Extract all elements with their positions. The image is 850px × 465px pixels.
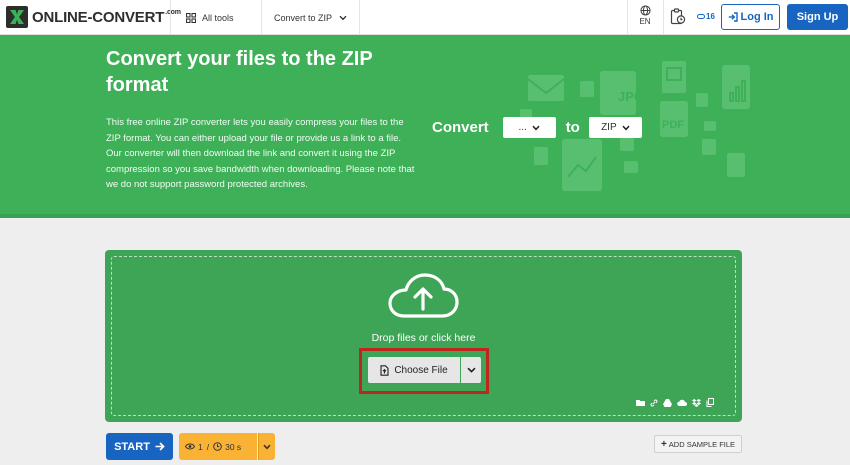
globe-icon: [639, 5, 651, 16]
source-format-select[interactable]: ...: [502, 117, 556, 138]
add-sample-file-button[interactable]: + ADD SAMPLE FILE: [654, 435, 742, 453]
hero-banner: JPG PDF Convert your files to the ZIP fo…: [0, 35, 850, 218]
clipboard-clock-icon: [670, 8, 686, 25]
source-format-value: ...: [518, 122, 527, 133]
plus-icon: +: [660, 438, 667, 450]
limits-dropdown[interactable]: [258, 433, 275, 460]
language-label: EN: [639, 17, 651, 26]
nav-all-tools[interactable]: All tools: [186, 0, 234, 35]
file-upload-icon: [380, 364, 389, 376]
drop-instructions: Drop files or click here: [371, 332, 476, 344]
chevron-down-icon: [532, 125, 540, 130]
page-title: Convert your files to the ZIP format: [106, 48, 373, 96]
credits-icon: [697, 14, 705, 19]
header-divider: [663, 0, 664, 35]
page-description: This free online ZIP converter lets you …: [106, 117, 415, 191]
folder-icon[interactable]: [636, 399, 645, 406]
format-selector: Convert ... to ZIP: [432, 117, 642, 138]
eye-icon: [185, 443, 195, 450]
dropbox-icon[interactable]: [692, 398, 701, 407]
header-divider: [359, 0, 360, 35]
login-label: Log In: [740, 11, 774, 23]
chevron-down-icon: [622, 125, 630, 130]
target-format-value: ZIP: [601, 122, 617, 133]
chevron-down-icon: [466, 367, 476, 373]
upload-source-dropdown[interactable]: [461, 357, 481, 383]
start-button[interactable]: START: [106, 433, 173, 460]
header-divider: [170, 0, 171, 35]
svg-text:JPG: JPG: [618, 89, 644, 104]
start-label: START: [114, 440, 150, 453]
language-selector[interactable]: EN: [633, 5, 657, 26]
credits-counter[interactable]: 16: [697, 12, 715, 21]
top-header: ONLINE-CONVERT.com All tools Convert to …: [0, 0, 850, 35]
add-sample-label: ADD SAMPLE FILE: [668, 439, 736, 449]
logo[interactable]: ONLINE-CONVERT.com: [6, 6, 181, 28]
nav-convert-to-zip[interactable]: Convert to ZIP: [274, 0, 347, 35]
cloud-icon[interactable]: [677, 399, 687, 406]
signup-button[interactable]: Sign Up: [787, 4, 848, 30]
arrow-right-icon: [155, 442, 165, 451]
convert-label: Convert: [432, 119, 489, 136]
clock-icon: [213, 442, 222, 451]
header-divider: [261, 0, 262, 35]
signup-label: Sign Up: [796, 11, 839, 23]
nav-all-tools-label: All tools: [202, 12, 234, 23]
cloud-upload-icon: [388, 273, 459, 318]
logo-icon: [6, 6, 28, 28]
google-drive-icon[interactable]: [663, 398, 672, 407]
link-icon[interactable]: [650, 398, 658, 407]
login-button[interactable]: Log In: [721, 4, 780, 30]
nav-convert-label: Convert to ZIP: [274, 12, 333, 23]
upload-sources: [636, 398, 719, 407]
copy-icon[interactable]: [706, 398, 714, 407]
conversion-limits[interactable]: 1 / 30 s: [179, 433, 257, 460]
logo-suffix: .com: [165, 8, 181, 16]
choose-file-label: Choose File: [394, 364, 448, 376]
chevron-down-icon: [339, 15, 347, 20]
time-limit-value: 30 s: [225, 441, 242, 452]
grid-icon: [186, 12, 196, 23]
sign-in-icon: [728, 12, 738, 22]
to-label: to: [565, 119, 580, 136]
files-limit-value: 1: [198, 441, 203, 452]
history-button[interactable]: [670, 8, 686, 30]
target-format-select[interactable]: ZIP: [588, 117, 642, 138]
choose-file-button[interactable]: Choose File: [368, 357, 460, 383]
chevron-down-icon: [263, 444, 271, 449]
header-divider: [627, 0, 628, 35]
svg-text:PDF: PDF: [662, 119, 684, 131]
credits-value: 16: [706, 12, 715, 21]
logo-text: ONLINE-CONVERT: [32, 8, 165, 26]
